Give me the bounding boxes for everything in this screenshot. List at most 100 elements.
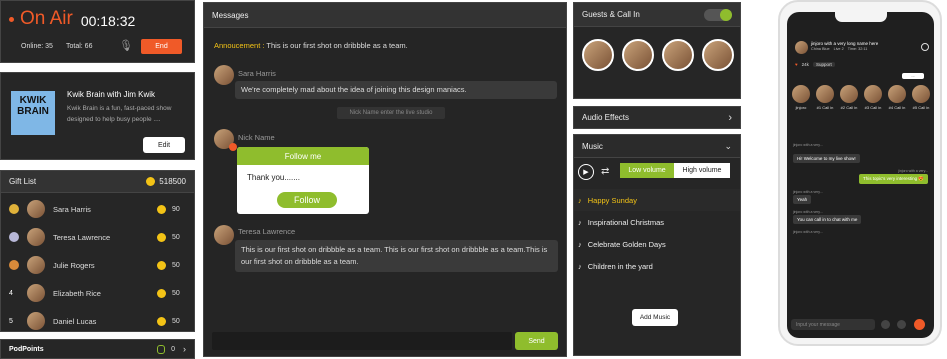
rank-number: 5 — [9, 317, 13, 325]
music-track[interactable]: ♪ Celebrate Golden Days — [574, 233, 740, 255]
guest-label: #4 Call in — [888, 105, 906, 110]
mic-off-icon[interactable]: 🎙 — [119, 39, 133, 53]
announcement-text: This is our first shot on dribbble as a … — [266, 41, 408, 50]
chevron-down-icon[interactable]: ⌄ — [724, 141, 732, 152]
track-title: Inspirational Christmas — [587, 217, 665, 227]
guest-label: #5 Call in — [912, 105, 930, 110]
podpoints-value: 0 — [171, 345, 175, 353]
audio-title: Audio Effects — [582, 113, 629, 122]
repeat-icon[interactable]: ⇄ — [601, 166, 609, 177]
share-icon[interactable] — [897, 320, 906, 329]
gift-icon[interactable] — [914, 319, 925, 330]
coin-icon — [146, 177, 156, 186]
gift-value: 90 — [172, 205, 180, 213]
phone-guest[interactable]: #2 Call in — [839, 85, 859, 110]
phone-guest[interactable]: #1 Call in — [815, 85, 835, 110]
medal-icon — [9, 232, 19, 242]
end-button[interactable]: End — [141, 39, 182, 54]
phone-message: jinjoro with a very... You can call in to… — [793, 210, 928, 224]
phone-input[interactable]: Input your message — [791, 319, 875, 330]
guest-avatar[interactable] — [662, 39, 694, 71]
coin-icon — [157, 316, 166, 326]
guests-title: Guests & Call In — [582, 10, 640, 19]
host-meta: Live 2 — [833, 47, 844, 51]
follow-button[interactable]: Follow — [277, 192, 337, 208]
track-title: Celebrate Golden Days — [587, 239, 666, 249]
sender-name: jinjoro with a very... — [793, 190, 823, 194]
podpoints-label: PodPoints — [9, 345, 44, 353]
phone-call-icon[interactable] — [881, 320, 890, 329]
guest-avatar[interactable] — [582, 39, 614, 71]
coin-icon — [157, 232, 166, 242]
onair-panel: On Air 00:18:32 Online: 35 Total: 66 🎙 E… — [0, 0, 195, 63]
guest-label: jinjoro — [795, 105, 807, 110]
high-volume-button[interactable]: High volume — [674, 163, 730, 178]
messages-panel: Messages Annoucement : This is our first… — [203, 2, 567, 357]
gift-title: Gift List — [9, 177, 37, 186]
show-desc-2: designed to help busy people .... — [67, 116, 161, 123]
chevron-right-icon: › — [183, 344, 186, 354]
guests-toggle[interactable] — [704, 8, 732, 21]
phone-message: jinjoro with a very... Yeah — [793, 190, 928, 204]
avatar — [27, 256, 45, 274]
live-dot-icon — [9, 16, 14, 22]
gift-row: Teresa Lawrence 50 — [1, 227, 194, 247]
phone-guest[interactable]: #3 Call in — [863, 85, 883, 110]
edit-button[interactable]: Edit — [143, 137, 185, 153]
avatar — [840, 85, 858, 103]
music-track[interactable]: ♪ Inspirational Christmas — [574, 211, 740, 233]
low-volume-button[interactable]: Low volume — [620, 163, 674, 178]
avatar — [912, 85, 930, 103]
podpoints-bar[interactable]: PodPoints 0 › — [0, 339, 195, 359]
show-desc: Kwik Brain is a fun, fast-paced show — [67, 105, 172, 112]
phone-message: Hi! Welcome to my live show! — [793, 153, 928, 163]
phone-bubble: Yeah — [793, 195, 812, 204]
music-track[interactable]: ♪ Children in the yard — [574, 255, 740, 277]
send-button[interactable]: Send — [515, 332, 558, 350]
messages-title: Messages — [204, 3, 566, 28]
sender-name: jinjoro with a very... — [898, 169, 928, 173]
badge-icon — [229, 143, 237, 151]
guest-avatar[interactable] — [622, 39, 654, 71]
sender-name: jinjoro with a very... — [793, 230, 823, 234]
power-icon[interactable] — [921, 43, 929, 51]
music-note-icon: ♪ — [578, 195, 582, 205]
avatar — [792, 85, 810, 103]
music-panel: Music ⌄ ▶ ⇄ Low volume High volume ♪ Happ… — [573, 134, 741, 356]
medal-icon — [9, 204, 19, 214]
rank-number: 4 — [9, 289, 13, 297]
gift-user-name: Elizabeth Rice — [53, 288, 101, 298]
add-music-button[interactable]: Add Music — [632, 309, 678, 326]
coin-icon — [157, 260, 166, 270]
avatar — [888, 85, 906, 103]
music-note-icon: ♪ — [578, 239, 582, 249]
gift-row: 4 Elizabeth Rice 50 — [1, 283, 194, 303]
music-track[interactable]: ♪ Happy Sunday — [574, 189, 740, 211]
show-name: Kwik Brain with Jim Kwik — [67, 90, 156, 99]
avatar — [27, 228, 45, 246]
database-icon — [157, 344, 166, 354]
sender-name: jinjoro with a very... — [793, 210, 823, 214]
music-note-icon: ♪ — [578, 217, 582, 227]
gift-value: 50 — [172, 261, 180, 269]
phone-bubble: This topic's very interesting 😍 — [859, 174, 928, 184]
avatar — [27, 312, 45, 330]
msg-name: Teresa Lawrence — [238, 227, 296, 236]
show-cover: KWIK BRAIN — [11, 91, 55, 135]
message-input[interactable] — [212, 332, 512, 350]
gift-value: 50 — [172, 317, 180, 325]
announcement-label: Annoucement : — [214, 41, 265, 50]
more-pill[interactable]: ... — [902, 73, 924, 79]
phone-guest[interactable]: jinjoro — [791, 85, 811, 110]
guest-avatar[interactable] — [702, 39, 734, 71]
show-panel: KWIK BRAIN Kwik Brain with Jim Kwik Kwik … — [0, 72, 195, 160]
phone-guest[interactable]: #4 Call in — [887, 85, 907, 110]
coin-icon — [157, 204, 166, 214]
support-pill[interactable]: Support — [812, 62, 835, 67]
play-icon[interactable]: ▶ — [578, 164, 594, 180]
phone-guest[interactable]: #5 Call in — [911, 85, 931, 110]
gift-user-name: Teresa Lawrence — [53, 232, 111, 242]
gift-value: 50 — [172, 233, 180, 241]
phone-frame: jinjoro with a very long name here China… — [778, 0, 942, 346]
audio-effects-row[interactable]: Audio Effects › — [573, 106, 741, 129]
